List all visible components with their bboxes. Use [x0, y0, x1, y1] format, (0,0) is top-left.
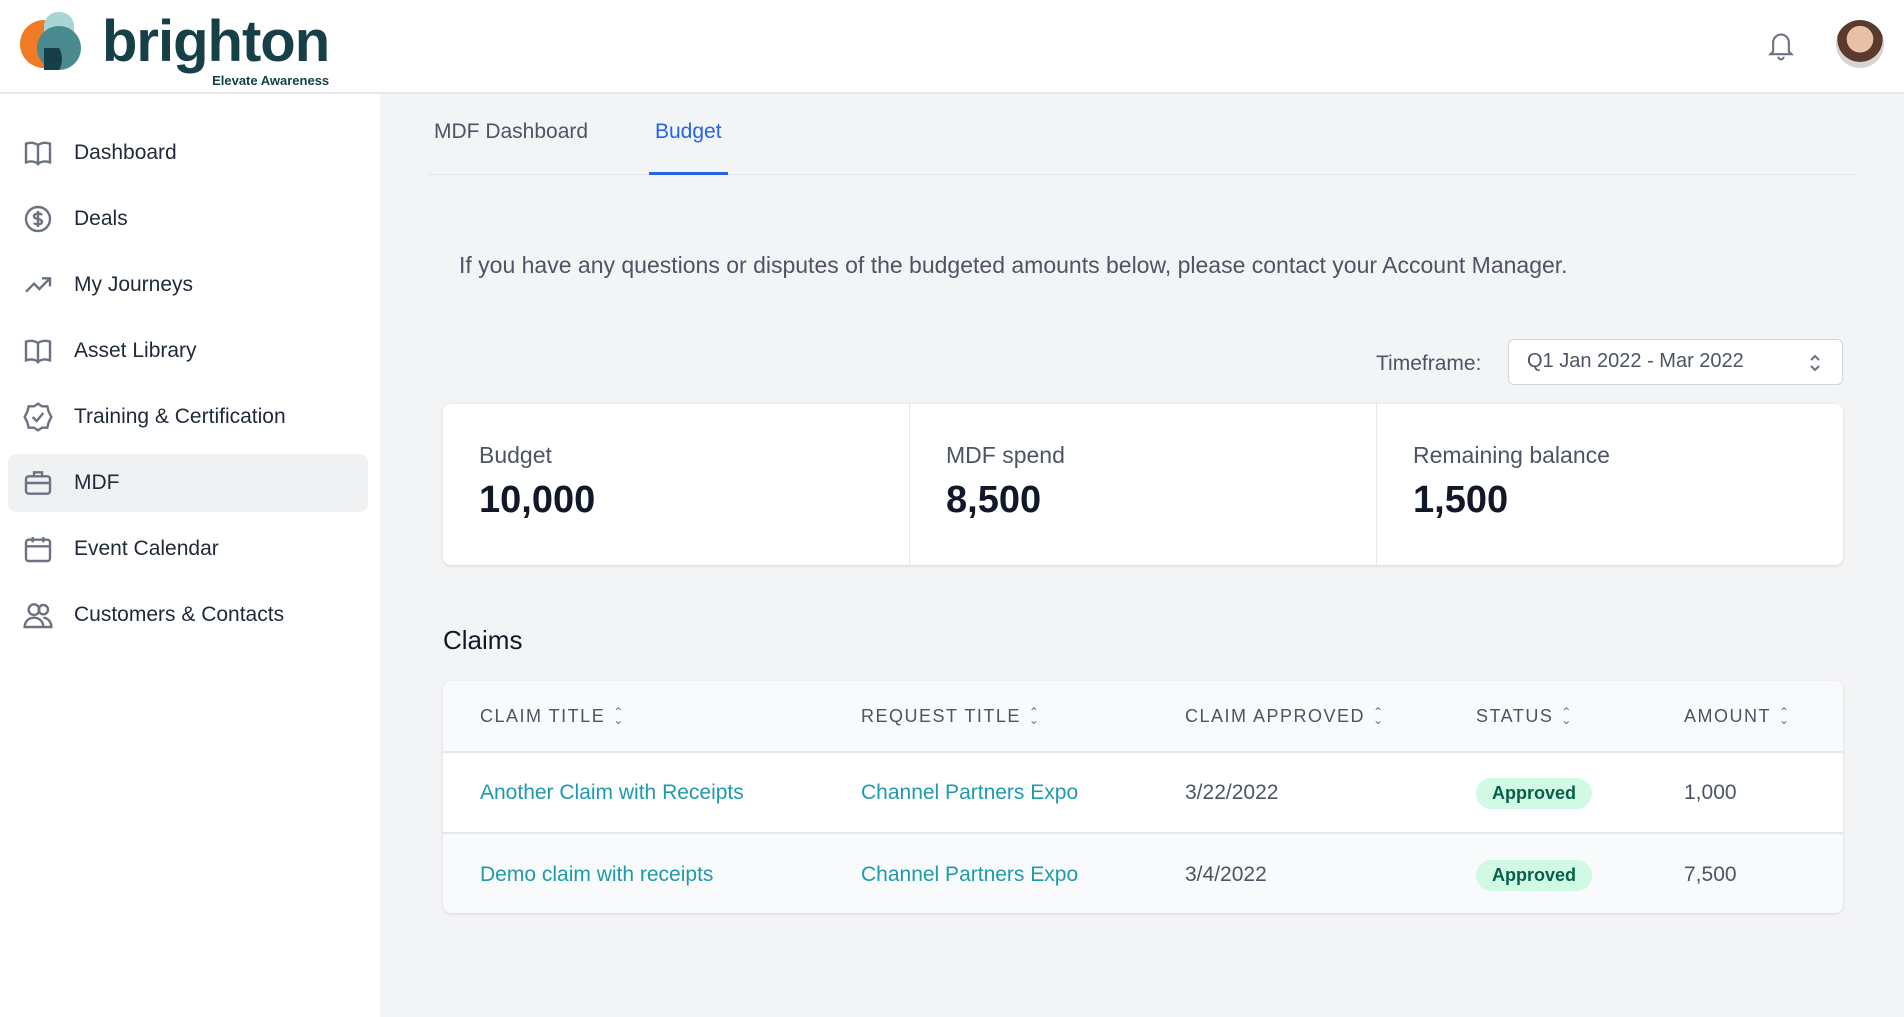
timeframe-label: Timeframe:: [1376, 352, 1481, 376]
sidebar-item-label: Training & Certification: [74, 405, 286, 429]
claim-approved-date: 3/4/2022: [1185, 835, 1267, 913]
timeframe-select[interactable]: Q1 Jan 2022 - Mar 2022: [1508, 339, 1843, 385]
status-cell: Approved: [1476, 754, 1592, 832]
users-icon: [22, 599, 54, 631]
remaining-balance-card: Remaining balance 1,500: [1377, 404, 1843, 565]
timeframe-value: Q1 Jan 2022 - Mar 2022: [1527, 350, 1744, 372]
tab-budget[interactable]: Budget: [649, 120, 728, 175]
trend-icon: [22, 269, 54, 301]
brighton-logo[interactable]: brighton Elevate Awareness: [18, 10, 329, 74]
sidebar-item-dashboard[interactable]: Dashboard: [8, 124, 368, 182]
badge-check-icon: [22, 401, 54, 433]
logo-tagline: Elevate Awareness: [212, 73, 329, 88]
card-label: Remaining balance: [1413, 442, 1807, 469]
amount: 1,000: [1684, 754, 1737, 832]
status-badge: Approved: [1476, 860, 1592, 891]
sidebar-item-label: Asset Library: [74, 339, 197, 363]
request-title-link[interactable]: Channel Partners Expo: [861, 754, 1078, 832]
chevron-up-down-icon: [1808, 352, 1822, 374]
sort-icon: ⌃⌄: [1779, 708, 1791, 724]
sort-icon: ⌃⌄: [613, 708, 625, 724]
column-label: AMOUNT: [1684, 706, 1771, 727]
claim-title-link[interactable]: Another Claim with Receipts: [480, 754, 744, 832]
claims-heading: Claims: [443, 625, 522, 656]
sidebar-item-deals[interactable]: Deals: [8, 190, 368, 248]
card-value: 1,500: [1413, 479, 1807, 522]
column-header-request-title[interactable]: REQUEST TITLE ⌃⌄: [861, 681, 1040, 751]
claim-title-link[interactable]: Demo claim with receipts: [480, 835, 713, 913]
user-avatar[interactable]: [1836, 20, 1884, 68]
card-label: MDF spend: [946, 442, 1340, 469]
sidebar-item-label: Dashboard: [74, 141, 177, 165]
column-label: STATUS: [1476, 706, 1553, 727]
column-header-claim-title[interactable]: CLAIM TITLE ⌃⌄: [480, 681, 625, 751]
amount: 7,500: [1684, 835, 1737, 913]
table-header-row: CLAIM TITLE ⌃⌄ REQUEST TITLE ⌃⌄ CLAIM APPR…: [443, 681, 1843, 753]
book-icon: [22, 137, 54, 169]
mdf-spend-card: MDF spend 8,500: [910, 404, 1377, 565]
notifications-bell-icon[interactable]: [1765, 28, 1797, 67]
logo-mark-icon: [18, 10, 90, 74]
briefcase-icon: [22, 467, 54, 499]
table-row: Another Claim with Receipts Channel Part…: [443, 754, 1843, 834]
sidebar-item-training-certification[interactable]: Training & Certification: [8, 388, 368, 446]
sidebar-item-label: MDF: [74, 471, 120, 495]
status-cell: Approved: [1476, 835, 1592, 913]
column-header-claim-approved[interactable]: CLAIM APPROVED ⌃⌄: [1185, 681, 1385, 751]
top-header: brighton Elevate Awareness: [0, 0, 1904, 94]
card-label: Budget: [479, 442, 873, 469]
info-text: If you have any questions or disputes of…: [459, 252, 1568, 279]
column-label: REQUEST TITLE: [861, 706, 1021, 727]
budget-summary-cards: Budget 10,000 MDF spend 8,500 Remaining ba…: [443, 404, 1843, 565]
sidebar: Dashboard Deals My Journeys Asset Librar…: [0, 94, 380, 1017]
sidebar-item-event-calendar[interactable]: Event Calendar: [8, 520, 368, 578]
sort-icon: ⌃⌄: [1029, 708, 1041, 724]
column-label: CLAIM APPROVED: [1185, 706, 1365, 727]
logo-wordmark: brighton: [102, 13, 329, 71]
tab-bar: MDF Dashboard Budget: [428, 94, 1858, 175]
sort-icon: ⌃⌄: [1373, 708, 1385, 724]
request-title-link[interactable]: Channel Partners Expo: [861, 835, 1078, 913]
claims-table: CLAIM TITLE ⌃⌄ REQUEST TITLE ⌃⌄ CLAIM APPR…: [443, 681, 1843, 913]
sort-icon: ⌃⌄: [1561, 708, 1573, 724]
tab-mdf-dashboard[interactable]: MDF Dashboard: [428, 120, 594, 175]
dollar-icon: [22, 203, 54, 235]
sidebar-item-mdf[interactable]: MDF: [8, 454, 368, 512]
book-icon: [22, 335, 54, 367]
sidebar-item-label: Event Calendar: [74, 537, 219, 561]
budget-card: Budget 10,000: [443, 404, 910, 565]
calendar-icon: [22, 533, 54, 565]
sidebar-item-label: My Journeys: [74, 273, 193, 297]
sidebar-item-my-journeys[interactable]: My Journeys: [8, 256, 368, 314]
sidebar-item-customers-contacts[interactable]: Customers & Contacts: [8, 586, 368, 644]
claim-approved-date: 3/22/2022: [1185, 754, 1278, 832]
column-header-amount[interactable]: AMOUNT ⌃⌄: [1684, 681, 1791, 751]
card-value: 10,000: [479, 479, 873, 522]
sidebar-item-label: Customers & Contacts: [74, 603, 284, 627]
sidebar-item-asset-library[interactable]: Asset Library: [8, 322, 368, 380]
column-header-status[interactable]: STATUS ⌃⌄: [1476, 681, 1573, 751]
sidebar-item-label: Deals: [74, 207, 128, 231]
table-row: Demo claim with receipts Channel Partner…: [443, 835, 1843, 913]
status-badge: Approved: [1476, 778, 1592, 809]
card-value: 8,500: [946, 479, 1340, 522]
column-label: CLAIM TITLE: [480, 706, 605, 727]
